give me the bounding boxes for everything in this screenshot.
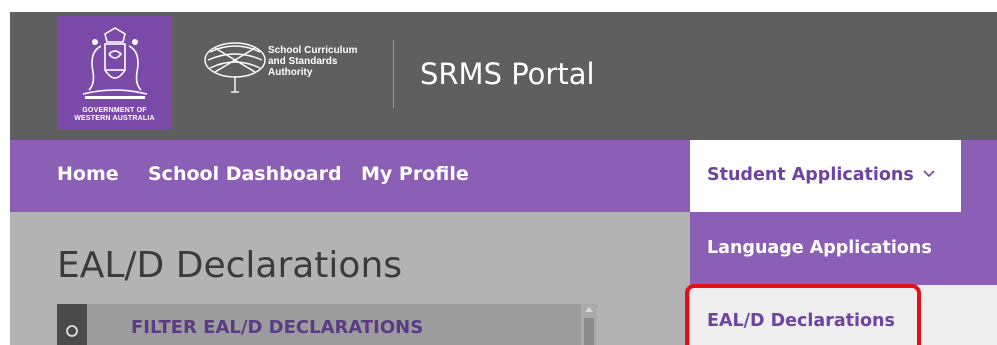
nav-my-profile[interactable]: My Profile [361,162,469,186]
scroll-up-arrow-icon[interactable] [585,307,593,312]
search-icon [66,325,78,337]
crest-caption: GOVERNMENT OF WESTERN AUSTRALIA [74,107,155,122]
portal-title[interactable]: SRMS Portal [420,57,595,91]
page-title: EAL/D Declarations [57,245,403,286]
chevron-down-icon [923,170,935,178]
filter-panel: FILTER EAL/D DECLARATIONS [57,304,597,345]
nav-school-dashboard[interactable]: School Dashboard [148,162,342,186]
highlight-box [685,284,921,345]
nav-student-applications-label: Student Applications [707,165,914,185]
menu-item-label: Language Applications [707,238,932,258]
filter-heading[interactable]: FILTER EAL/D DECLARATIONS [131,317,423,339]
nav-home[interactable]: Home [57,162,119,186]
tree-logo-icon [204,42,266,93]
coat-of-arms-icon [82,27,148,99]
header-divider [393,40,394,108]
wa-government-logo[interactable]: GOVERNMENT OF WESTERN AUSTRALIA [57,16,172,129]
filter-toggle-button[interactable] [57,304,87,345]
main-nav: Home School Dashboard My Profile Student… [10,140,997,212]
vertical-scrollbar[interactable] [581,304,597,345]
nav-student-applications[interactable]: Student Applications [690,140,961,212]
scrollbar-thumb[interactable] [584,318,594,345]
page: GOVERNMENT OF WESTERN AUSTRALIA School C… [10,12,997,345]
menu-item-language-applications[interactable]: Language Applications [690,212,997,285]
scsa-name: School Curriculum and Standards Authorit… [268,45,358,78]
site-header: GOVERNMENT OF WESTERN AUSTRALIA School C… [10,12,997,140]
